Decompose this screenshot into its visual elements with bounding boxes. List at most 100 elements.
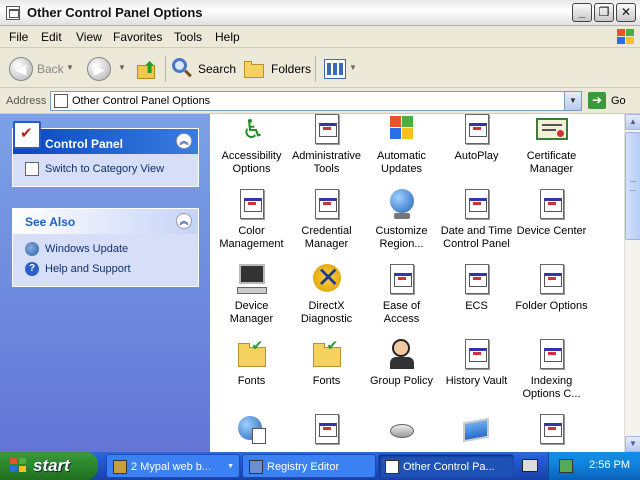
control-panel-icon xyxy=(54,94,68,108)
see-also-panel-header[interactable]: See Also ︽ xyxy=(13,209,198,234)
menu-help[interactable]: Help xyxy=(215,30,240,44)
search-icon[interactable] xyxy=(172,58,194,80)
keyboard-icon[interactable] xyxy=(522,459,538,472)
control-panel-item-label: DirectX Diagnostic xyxy=(300,300,353,325)
clock[interactable]: 2:56 PM xyxy=(589,459,630,471)
control-panel-item[interactable] xyxy=(364,414,439,450)
control-panel-item[interactable]: Administrative Tools xyxy=(289,114,364,176)
control-panel-item[interactable]: Folder Options xyxy=(514,264,589,313)
taskbar-button-label: 2 Mypal web b... xyxy=(131,461,212,473)
certificate-icon xyxy=(535,114,568,146)
network-icon xyxy=(461,414,493,446)
control-panel-item[interactable]: ✔ Fonts xyxy=(289,337,364,388)
address-dropdown-icon[interactable]: ▼ xyxy=(564,92,581,110)
control-panel-item-label: Indexing Options C... xyxy=(522,375,581,400)
control-panel-item-label: Device Manager xyxy=(229,300,274,325)
document-icon xyxy=(386,264,418,296)
menu-file[interactable]: File xyxy=(9,30,28,44)
scrollbar-thumb[interactable] xyxy=(625,132,640,240)
minimize-button[interactable]: _ xyxy=(572,3,592,22)
back-arrow-icon[interactable]: ◀ xyxy=(9,57,33,81)
folders-button[interactable]: Folders xyxy=(271,62,311,76)
category-view-icon xyxy=(25,162,39,176)
control-panel-item[interactable]: Ease of Access xyxy=(364,264,439,326)
control-panel-item-label: Administrative Tools xyxy=(291,150,362,175)
taskbar-button-mypal[interactable]: 2 Mypal web b... ▼ xyxy=(106,454,240,478)
control-panel-item[interactable] xyxy=(514,414,589,450)
see-also-panel: See Also ︽ Windows Update ? Help and Sup… xyxy=(12,208,199,287)
menu-edit[interactable]: Edit xyxy=(41,30,62,44)
search-button[interactable]: Search xyxy=(198,62,236,76)
back-dropdown-icon[interactable]: ▼ xyxy=(66,63,74,72)
control-panel-item[interactable] xyxy=(439,414,514,450)
menu-tools[interactable]: Tools xyxy=(174,30,202,44)
windows-update-link[interactable]: Windows Update xyxy=(23,240,188,260)
control-panel-item[interactable]: Indexing Options C... xyxy=(514,339,589,401)
control-panel-icon xyxy=(385,460,399,474)
views-icon[interactable] xyxy=(324,59,346,79)
title-bar[interactable]: Other Control Panel Options _ ❐ ✕ xyxy=(0,0,640,26)
control-panel-item[interactable]: ✔ Fonts xyxy=(214,337,289,388)
document-icon xyxy=(461,339,493,371)
control-panel-item[interactable]: Device Center xyxy=(514,189,589,238)
network-tray-icon[interactable] xyxy=(559,459,573,473)
control-panel-panel-title: Control Panel xyxy=(45,137,124,151)
control-panel-window-icon[interactable] xyxy=(6,6,20,20)
control-panel-item[interactable]: Group Policy xyxy=(364,339,439,388)
control-panel-item[interactable]: ECS xyxy=(439,264,514,313)
globe-icon xyxy=(386,189,418,221)
folder-icon: ✔ xyxy=(311,337,343,371)
control-panel-panel: Control Panel ︽ Switch to Category View xyxy=(12,121,199,187)
folders-icon[interactable] xyxy=(244,60,266,78)
directx-icon: ✕ xyxy=(311,262,343,296)
control-panel-item-label: AutoPlay xyxy=(454,150,499,162)
views-dropdown-icon[interactable]: ▼ xyxy=(349,63,357,72)
collapse-chevron-icon[interactable]: ︽ xyxy=(176,133,192,149)
control-panel-item-label: Credential Manager xyxy=(301,225,352,250)
switch-category-view-link[interactable]: Switch to Category View xyxy=(23,160,188,180)
control-panel-item-label: Accessibility Options xyxy=(221,150,282,175)
control-panel-item[interactable]: Device Manager xyxy=(214,264,289,326)
control-panel-panel-header[interactable]: Control Panel ︽ xyxy=(13,121,198,154)
control-panel-item[interactable]: Automatic Updates xyxy=(364,114,439,176)
address-input[interactable]: Other Control Panel Options ▼ xyxy=(50,91,582,111)
document-icon xyxy=(536,414,568,446)
close-button[interactable]: ✕ xyxy=(616,3,636,22)
help-and-support-link[interactable]: ? Help and Support xyxy=(23,260,188,280)
control-panel-item[interactable]: ✕ DirectX Diagnostic xyxy=(289,262,364,326)
forward-dropdown-icon[interactable]: ▼ xyxy=(118,63,126,72)
control-panel-item[interactable]: Credential Manager xyxy=(289,189,364,251)
back-button-label[interactable]: Back xyxy=(37,62,64,76)
menu-favorites[interactable]: Favorites xyxy=(113,30,162,44)
toolbar: ◀ Back ▼ ▶ ▼ ⬆ Search Folders ▼ xyxy=(0,48,640,88)
menu-view[interactable]: View xyxy=(76,30,102,44)
maximize-button[interactable]: ❐ xyxy=(594,3,614,22)
collapse-chevron-icon[interactable]: ︽ xyxy=(176,213,192,229)
start-button[interactable]: start xyxy=(0,452,98,480)
globe-checklist-icon xyxy=(236,414,268,446)
scroll-down-icon[interactable]: ▼ xyxy=(625,436,640,452)
go-button[interactable]: Go xyxy=(611,95,626,107)
control-panel-item[interactable]: Color Management xyxy=(214,189,289,251)
control-panel-item-label: History Vault xyxy=(445,375,508,387)
control-panel-item[interactable]: AutoPlay xyxy=(439,114,514,163)
help-icon: ? xyxy=(25,262,39,276)
go-arrow-icon[interactable]: ➔ xyxy=(588,92,606,109)
control-panel-item[interactable]: Customize Region... xyxy=(364,189,439,251)
up-folder-icon[interactable]: ⬆ xyxy=(135,57,159,81)
control-panel-item[interactable]: History Vault xyxy=(439,339,514,388)
taskbar-button-control-panel[interactable]: Other Control Pa... xyxy=(378,454,514,478)
control-panel-item[interactable]: Certificate Manager xyxy=(514,114,589,176)
taskbar: start 2 Mypal web b... ▼ Registry Editor… xyxy=(0,452,640,480)
task-label: Switch to Category View xyxy=(45,163,165,175)
taskbar-button-registry-editor[interactable]: Registry Editor xyxy=(242,454,376,478)
forward-arrow-icon[interactable]: ▶ xyxy=(87,57,111,81)
scroll-up-icon[interactable]: ▲ xyxy=(625,114,640,130)
control-panel-item[interactable]: ♿ Accessibility Options xyxy=(214,114,289,176)
vertical-scrollbar[interactable]: ▲ ▼ xyxy=(624,114,640,452)
control-panel-item[interactable] xyxy=(289,414,364,450)
window-title: Other Control Panel Options xyxy=(27,5,203,20)
control-panel-item[interactable]: Date and Time Control Panel xyxy=(439,189,514,251)
windows-flag-icon xyxy=(386,114,418,146)
control-panel-item[interactable] xyxy=(214,414,289,450)
